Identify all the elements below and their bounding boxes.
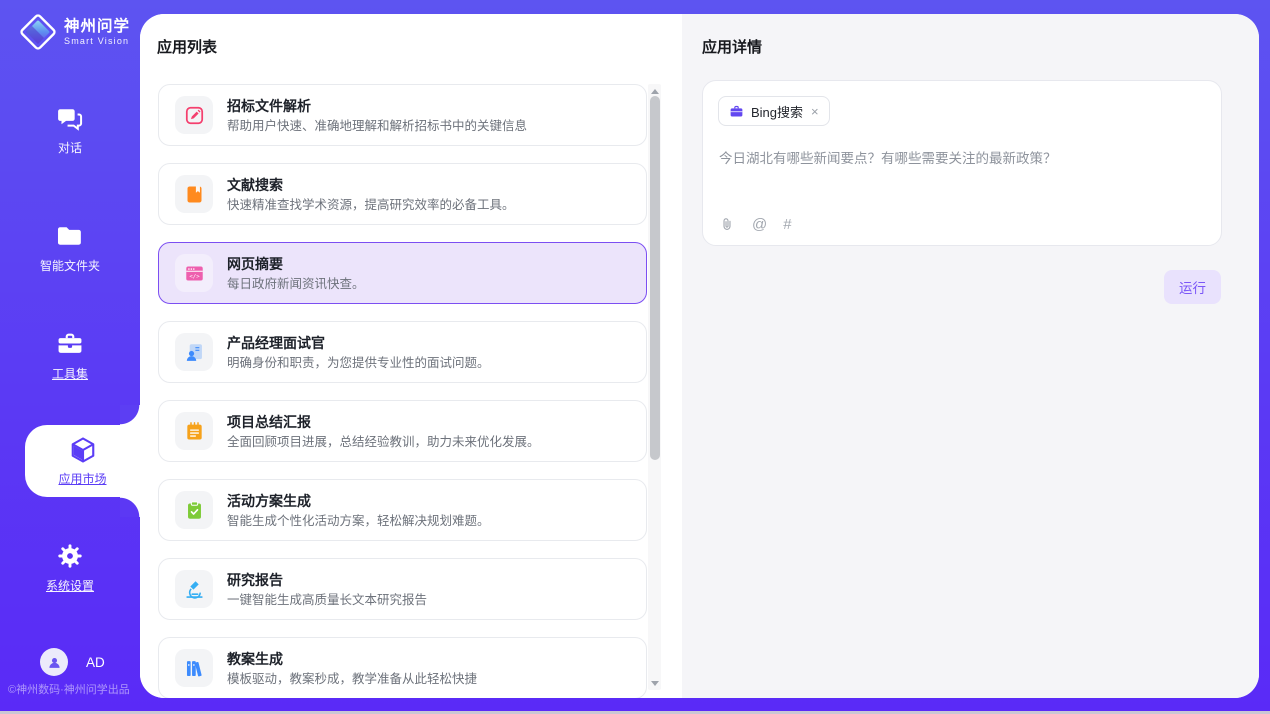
app-icon-tile: </>: [175, 254, 213, 292]
app-icon-tile: [175, 649, 213, 687]
app-card-1[interactable]: 招标文件解析帮助用户快速、准确地理解和解析招标书中的关键信息: [158, 84, 647, 146]
app-list-title: 应用列表: [157, 36, 217, 57]
app-card-title: 研究报告: [227, 571, 427, 589]
app-card-5[interactable]: 项目总结汇报全面回顾项目进展，总结经验教训，助力未来优化发展。: [158, 400, 647, 462]
app-card-7[interactable]: 研究报告一键智能生成高质量长文本研究报告: [158, 558, 647, 620]
app-list-panel: 应用列表 招标文件解析帮助用户快速、准确地理解和解析招标书中的关键信息文献搜索快…: [140, 14, 682, 698]
cube-icon: [68, 435, 98, 465]
app-icon-tile: [175, 96, 213, 134]
run-button[interactable]: 运行: [1164, 270, 1221, 304]
scrollbar-thumb[interactable]: [650, 96, 660, 460]
copyright-footer: ©神州数码·神州问学出品: [8, 681, 130, 697]
app-subtitle: Smart Vision: [64, 36, 130, 46]
app-card-title: 招标文件解析: [227, 97, 527, 115]
app-icon-tile: [175, 491, 213, 529]
prompt-input[interactable]: 今日湖北有哪些新闻要点？有哪些需要关注的最新政策？: [719, 147, 1205, 167]
app-icon-tile: [175, 570, 213, 608]
user-label: AD: [86, 655, 105, 670]
app-title: 神州问学: [64, 18, 130, 36]
app-window: 神州问学 Smart Vision 对话智能文件夹工具集应用市场系统设置 AD …: [0, 0, 1270, 714]
sidebar-item-4[interactable]: 应用市场: [25, 425, 140, 497]
prompt-toolbar: @#: [719, 216, 792, 233]
app-card-description: 模板驱动，教案秒成，教学准备从此轻松快捷: [227, 671, 477, 687]
app-card-title: 文献搜索: [227, 176, 515, 194]
avatar[interactable]: [40, 648, 68, 676]
app-card-title: 项目总结汇报: [227, 413, 540, 431]
app-card-description: 快速精准查找学术资源，提高研究效率的必备工具。: [227, 197, 515, 213]
svg-text:</>: </>: [189, 274, 200, 280]
sidebar-item-label: 对话: [58, 139, 82, 156]
clipboard-check-icon: [184, 500, 205, 521]
app-card-8[interactable]: 教案生成模板驱动，教案秒成，教学准备从此轻松快捷: [158, 637, 647, 698]
interviewer-icon: [184, 342, 205, 363]
app-logo: 神州问学 Smart Vision: [18, 12, 130, 52]
app-card-2[interactable]: 文献搜索快速精准查找学术资源，提高研究效率的必备工具。: [158, 163, 647, 225]
sidebar-item-3[interactable]: 工具集: [0, 330, 140, 394]
tab-curve-bottom: [120, 497, 140, 517]
chat-icon: [56, 104, 84, 132]
app-card-description: 全面回顾项目进展，总结经验教训，助力未来优化发展。: [227, 434, 540, 450]
books-icon: [184, 658, 205, 679]
close-icon[interactable]: ×: [811, 105, 819, 118]
app-icon-tile: [175, 412, 213, 450]
app-icon-tile: [175, 175, 213, 213]
scrollbar[interactable]: [648, 84, 661, 690]
sidebar-item-2[interactable]: 智能文件夹: [0, 222, 140, 286]
hash-icon[interactable]: #: [783, 216, 791, 233]
toolbox-icon: [56, 330, 84, 358]
gear-icon: [56, 542, 84, 570]
book-icon: [184, 184, 205, 205]
app-card-title: 网页摘要: [227, 255, 365, 273]
app-detail-panel: 应用详情 Bing搜索 × 今日湖北有哪些新闻要点？有哪些需要关注的最新政策？ …: [682, 14, 1259, 698]
app-card-description: 一键智能生成高质量长文本研究报告: [227, 592, 427, 608]
app-card-4[interactable]: 产品经理面试官明确身份和职责，为您提供专业性的面试问题。: [158, 321, 647, 383]
app-list: 招标文件解析帮助用户快速、准确地理解和解析招标书中的关键信息文献搜索快速精准查找…: [158, 84, 647, 698]
app-card-description: 明确身份和职责，为您提供专业性的面试问题。: [227, 355, 490, 371]
notepad-icon: [184, 421, 205, 442]
app-card-6[interactable]: 活动方案生成智能生成个性化活动方案，轻松解决规划难题。: [158, 479, 647, 541]
tab-curve-top: [120, 405, 140, 425]
microscope-icon: [184, 579, 205, 600]
sidebar-item-label: 工具集: [52, 365, 88, 382]
prompt-card: Bing搜索 × 今日湖北有哪些新闻要点？有哪些需要关注的最新政策？ @#: [702, 80, 1222, 246]
app-card-title: 活动方案生成: [227, 492, 490, 510]
folder-icon: [56, 222, 84, 250]
app-card-title: 教案生成: [227, 650, 477, 668]
app-card-title: 产品经理面试官: [227, 334, 490, 352]
briefcase-icon: [729, 104, 744, 119]
app-detail-title: 应用详情: [702, 36, 762, 57]
app-card-description: 智能生成个性化活动方案，轻松解决规划难题。: [227, 513, 490, 529]
sidebar-item-1[interactable]: 对话: [0, 104, 140, 168]
sidebar-item-label: 系统设置: [46, 577, 94, 594]
app-card-3[interactable]: </> 网页摘要每日政府新闻资讯快查。: [158, 242, 647, 304]
user-account[interactable]: AD: [40, 648, 105, 676]
user-icon: [46, 654, 63, 671]
pen-square-icon: [184, 105, 205, 126]
sidebar-item-label: 智能文件夹: [40, 257, 100, 274]
main-content: 应用列表 招标文件解析帮助用户快速、准确地理解和解析招标书中的关键信息文献搜索快…: [140, 14, 1259, 698]
app-card-description: 每日政府新闻资讯快查。: [227, 276, 365, 292]
tool-tag-bing-search[interactable]: Bing搜索 ×: [718, 96, 830, 126]
at-icon[interactable]: @: [752, 216, 767, 233]
sidebar-item-label: 应用市场: [58, 470, 106, 487]
app-icon-tile: [175, 333, 213, 371]
sidebar-item-5[interactable]: 系统设置: [0, 542, 140, 606]
browser-code-icon: </>: [184, 263, 205, 284]
tool-tag-label: Bing搜索: [751, 102, 803, 121]
paperclip-icon[interactable]: [719, 216, 736, 233]
diamond-logo-icon: [18, 12, 58, 52]
sidebar: 神州问学 Smart Vision 对话智能文件夹工具集应用市场系统设置 AD …: [0, 0, 140, 714]
app-card-description: 帮助用户快速、准确地理解和解析招标书中的关键信息: [227, 118, 527, 134]
scroll-down-arrow-icon[interactable]: [648, 677, 661, 689]
